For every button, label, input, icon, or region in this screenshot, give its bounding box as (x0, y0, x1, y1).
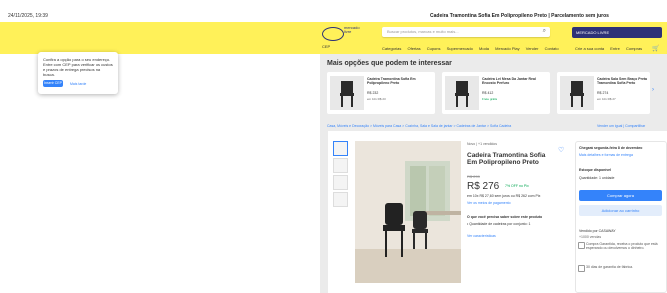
nav-contato[interactable]: Contato (545, 46, 559, 51)
breadcrumb-actions[interactable]: Vender um igual | Compartilhar (597, 124, 645, 128)
nav-cupons[interactable]: Cupons (427, 46, 441, 51)
heart-icon[interactable]: ♡ (558, 146, 564, 154)
account-nav: Crie a sua conta Entre Compras (570, 46, 642, 51)
dining-room-photo (355, 141, 461, 283)
search-input[interactable]: Buscar produtos, marcas e muito mais... … (382, 27, 550, 37)
insert-cep-button[interactable]: Inserir CEP (43, 80, 63, 87)
later-link[interactable]: Mais tarde (70, 82, 86, 86)
nav-categorias[interactable]: Categorias (382, 46, 401, 51)
handshake-icon (322, 27, 344, 41)
buy-now-button[interactable]: Comprar agora (579, 190, 662, 201)
gallery-thumbnail[interactable] (333, 192, 348, 207)
guarantee-text: Compra Garantida, receba o produto que e… (586, 242, 658, 250)
reco-price: R$ 412 (482, 91, 494, 95)
product-info-title: O que você precisa saber sobre este prod… (467, 215, 543, 219)
shield-check-icon (578, 242, 585, 249)
nav-vender[interactable]: Vender (526, 46, 539, 51)
nav-login[interactable]: Entre (610, 46, 620, 51)
shipping-eta: Chegará segunda-feira 8 de dezembro (579, 146, 643, 150)
old-price: R$ 299 (467, 174, 480, 179)
reco-title: Cadeira Lei Mesa Da Jantar Real Encosto … (482, 77, 536, 85)
reco-title: Cadeira Tramontina Sofia Em Polipropilen… (367, 77, 416, 85)
see-features-link[interactable]: Ver características (467, 234, 496, 238)
warranty-icon (578, 265, 585, 272)
product-main-image[interactable] (355, 141, 461, 283)
timestamp: 24/11/2025, 19:39 (8, 13, 48, 19)
main-nav: Categorias Ofertas Cupons Supermercado M… (382, 46, 564, 51)
search-icon[interactable]: ⌕ (543, 28, 546, 35)
chair-icon (570, 81, 584, 107)
reco-detail: em 10x R$ 27 (597, 97, 616, 101)
seller-sales: +1000 vendas (579, 235, 602, 239)
location-cep[interactable]: CEP (322, 45, 362, 49)
payment-methods-link[interactable]: Ver os meios de pagamento (467, 201, 511, 205)
gallery-thumbnail[interactable] (333, 175, 348, 190)
nav-supermercado[interactable]: Supermercado (447, 46, 473, 51)
logo-text: mercado livre (344, 25, 360, 34)
product-condition: Novo | +1 vendidos (467, 142, 497, 146)
site-header: mercado livre Buscar produtos, marcas e … (0, 22, 667, 54)
reco-card[interactable]: Cadeira Tramontina Sofia Em Polipropilen… (327, 72, 435, 114)
reco-detail: em 10x R$ 23 (367, 97, 386, 101)
reco-price: R$ 274 (597, 91, 609, 95)
add-to-cart-button[interactable]: Adicionar ao carrinho (579, 205, 662, 216)
nav-ofertas[interactable]: Ofertas (407, 46, 420, 51)
nav-mercado-play[interactable]: Mercado Play (495, 46, 519, 51)
reco-image (445, 76, 479, 110)
product-price: R$ 276 (467, 181, 500, 192)
reco-detail: Frete grátis (482, 97, 498, 101)
discount-badge: 7% OFF no Pix (505, 184, 529, 188)
search-placeholder: Buscar produtos, marcas e muito mais... (387, 29, 459, 34)
buy-box (575, 141, 667, 293)
warranty-text: 30 dias de garantia de fábrica. (586, 265, 634, 269)
installments-text: em 10x R$ 27,60 sem juros ou R$ 262 com … (467, 194, 541, 198)
breadcrumb[interactable]: Casa, Móveis e Decoração > Móveis para C… (327, 124, 511, 128)
reco-price: R$ 232 (367, 91, 379, 95)
chair-icon (455, 81, 469, 107)
product-feature: • Quantidade de cadeiras por conjunto: 1 (467, 222, 531, 226)
address-popup: Confira a opção para o seu endereço. Ent… (38, 52, 118, 94)
chair-icon (340, 81, 354, 107)
reco-card[interactable]: Cadeira Sala Sem Braço Preta Tramontina … (557, 72, 650, 114)
seller-name[interactable]: Vendido por CASAWAY (579, 229, 616, 233)
popup-text: Confira a opção para o seu endereço. Ent… (43, 57, 113, 77)
product-title: Cadeira Tramontina Sofia Em Polipropilen… (467, 152, 546, 166)
reco-image (560, 76, 594, 110)
gallery-thumbnail[interactable] (333, 158, 348, 173)
nav-purchases[interactable]: Compras (626, 46, 642, 51)
recommendations-title: Mais opções que podem te interessar (327, 60, 452, 67)
reco-image (330, 76, 364, 110)
reco-title: Cadeira Sala Sem Braço Preta Tramontina … (597, 77, 647, 85)
shipping-details-link[interactable]: Mais detalhes e formas de entrega (579, 153, 633, 157)
cart-icon[interactable]: 🛒 (652, 45, 659, 52)
document-title: Cadeira Tramontina Sofia Em Polipropilen… (430, 13, 609, 19)
promo-banner[interactable]: MERCADO LIVRE (572, 27, 662, 38)
reco-card[interactable]: Cadeira Lei Mesa Da Jantar Real Encosto … (442, 72, 550, 114)
nav-moda[interactable]: Moda (479, 46, 489, 51)
gallery-thumbnail[interactable] (333, 141, 348, 156)
promo-text: MERCADO LIVRE (576, 30, 610, 35)
nav-create-account[interactable]: Crie a sua conta (575, 46, 604, 51)
stock-status: Estoque disponível (579, 168, 612, 172)
chevron-right-icon[interactable]: › (652, 87, 654, 93)
quantity-selector[interactable]: Quantidade: 1 unidade (579, 176, 614, 180)
browser-print-header: 24/11/2025, 19:39 Cadeira Tramontina Sof… (0, 0, 667, 22)
